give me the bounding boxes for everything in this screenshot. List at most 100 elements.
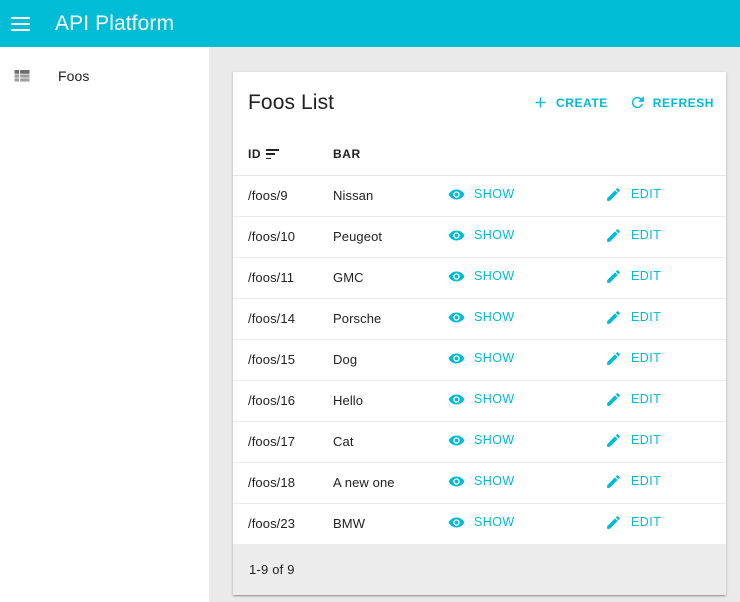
cell-id: /foos/9 — [233, 175, 333, 217]
eye-icon — [448, 473, 465, 490]
pagination-footer: 1-9 of 9 — [233, 544, 726, 595]
edit-button[interactable]: EDIT — [605, 514, 661, 531]
edit-button[interactable]: EDIT — [605, 391, 661, 408]
table-header-row: ID BAR — [233, 133, 726, 176]
cell-show: SHOW — [448, 380, 605, 422]
card-header-actions: CREATE REFRESH — [532, 94, 714, 111]
create-button[interactable]: CREATE — [532, 94, 608, 111]
cell-bar: Nissan — [333, 175, 448, 217]
edit-button[interactable]: EDIT — [605, 186, 661, 203]
column-header-edit — [605, 133, 726, 176]
cell-bar: Porsche — [333, 298, 448, 340]
cell-edit: EDIT — [605, 339, 726, 381]
show-button-label: SHOW — [474, 433, 515, 447]
cell-id: /foos/10 — [233, 216, 333, 258]
edit-button-label: EDIT — [631, 392, 662, 406]
show-button[interactable]: SHOW — [448, 514, 515, 531]
eye-icon — [448, 432, 465, 449]
cell-show: SHOW — [448, 175, 605, 217]
edit-button-label: EDIT — [631, 433, 662, 447]
sidebar-item-label: Foos — [58, 68, 90, 84]
show-button[interactable]: SHOW — [448, 309, 515, 326]
eye-icon — [448, 186, 465, 203]
pencil-icon — [605, 268, 622, 285]
show-button-label: SHOW — [474, 515, 515, 529]
hamburger-line — [11, 28, 30, 31]
edit-button[interactable]: EDIT — [605, 350, 661, 367]
app-title: API Platform — [55, 12, 175, 35]
cell-edit: EDIT — [605, 175, 726, 217]
table-row: /foos/11 GMC SHOW EDIT — [233, 257, 726, 299]
card-header: Foos List CREATE REFRESH — [233, 72, 726, 133]
edit-button[interactable]: EDIT — [605, 309, 661, 326]
pencil-icon — [605, 391, 622, 408]
edit-button-label: EDIT — [631, 351, 662, 365]
cell-edit: EDIT — [605, 380, 726, 422]
pencil-icon — [605, 309, 622, 326]
foos-table: ID BAR /foos/9 Nissan SHOW EDIT /foos/10… — [233, 133, 726, 545]
column-header-id-label: ID — [248, 146, 262, 161]
cell-id: /foos/23 — [233, 503, 333, 545]
eye-icon — [448, 391, 465, 408]
pencil-icon — [605, 186, 622, 203]
table-head: ID BAR — [233, 133, 726, 176]
cell-id: /foos/17 — [233, 421, 333, 463]
sidebar-item-foos[interactable]: Foos — [0, 56, 209, 96]
eye-icon — [448, 309, 465, 326]
cell-show: SHOW — [448, 257, 605, 299]
show-button[interactable]: SHOW — [448, 473, 515, 490]
pencil-icon — [605, 350, 622, 367]
edit-button-label: EDIT — [631, 228, 662, 242]
edit-button[interactable]: EDIT — [605, 227, 661, 244]
hamburger-line — [11, 22, 30, 25]
table-row: /foos/23 BMW SHOW EDIT — [233, 503, 726, 545]
column-header-bar: BAR — [333, 133, 448, 176]
table-row: /foos/10 Peugeot SHOW EDIT — [233, 216, 726, 258]
eye-icon — [448, 268, 465, 285]
cell-id: /foos/14 — [233, 298, 333, 340]
edit-button-label: EDIT — [631, 310, 662, 324]
create-button-label: CREATE — [556, 95, 608, 110]
refresh-icon — [629, 94, 646, 111]
show-button[interactable]: SHOW — [448, 350, 515, 367]
show-button[interactable]: SHOW — [448, 268, 515, 285]
plus-icon — [532, 94, 549, 111]
cell-bar: Dog — [333, 339, 448, 381]
show-button[interactable]: SHOW — [448, 186, 515, 203]
table-row: /foos/9 Nissan SHOW EDIT — [233, 175, 726, 217]
hamburger-menu-icon[interactable] — [11, 12, 35, 36]
cell-edit: EDIT — [605, 503, 726, 545]
edit-button[interactable]: EDIT — [605, 432, 661, 449]
cell-show: SHOW — [448, 462, 605, 504]
hamburger-line — [11, 16, 30, 19]
cell-show: SHOW — [448, 298, 605, 340]
pagination-range: 1-9 of 9 — [249, 562, 295, 577]
page-title: Foos List — [248, 90, 335, 114]
sort-id-button[interactable]: ID — [248, 146, 280, 161]
sidebar: Foos — [0, 47, 209, 602]
eye-icon — [448, 227, 465, 244]
pencil-icon — [605, 227, 622, 244]
cell-edit: EDIT — [605, 421, 726, 463]
show-button[interactable]: SHOW — [448, 391, 515, 408]
cell-show: SHOW — [448, 216, 605, 258]
show-button-label: SHOW — [474, 392, 515, 406]
show-button[interactable]: SHOW — [448, 432, 515, 449]
cell-bar: GMC — [333, 257, 448, 299]
show-button-label: SHOW — [474, 269, 515, 283]
pencil-icon — [605, 514, 622, 531]
edit-button[interactable]: EDIT — [605, 268, 661, 285]
cell-bar: Cat — [333, 421, 448, 463]
show-button-label: SHOW — [474, 228, 515, 242]
edit-button-label: EDIT — [631, 269, 662, 283]
view-list-icon — [10, 64, 34, 88]
cell-bar: A new one — [333, 462, 448, 504]
edit-button[interactable]: EDIT — [605, 473, 661, 490]
cell-show: SHOW — [448, 421, 605, 463]
sort-line — [266, 153, 276, 156]
refresh-button[interactable]: REFRESH — [629, 94, 714, 111]
cell-show: SHOW — [448, 339, 605, 381]
cell-edit: EDIT — [605, 462, 726, 504]
show-button[interactable]: SHOW — [448, 227, 515, 244]
table-row: /foos/17 Cat SHOW EDIT — [233, 421, 726, 463]
